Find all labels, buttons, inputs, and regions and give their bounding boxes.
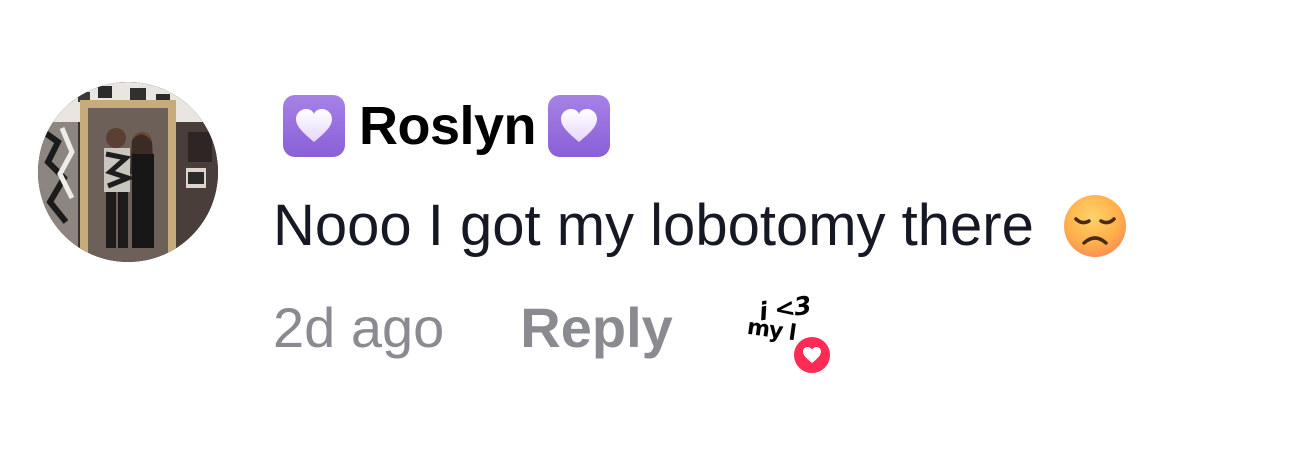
heart-icon bbox=[790, 334, 833, 376]
timestamp: 2d ago bbox=[273, 296, 445, 359]
comment-text-row: Nooo I got my lobotomy there bbox=[273, 190, 1128, 262]
disappointed-face-icon bbox=[1062, 193, 1128, 259]
reply-button[interactable]: Reply bbox=[520, 292, 673, 364]
username-row: Roslyn bbox=[283, 94, 611, 158]
comment-meta-row: 2d ago Reply i <3 my l bbox=[273, 292, 833, 376]
avatar[interactable] bbox=[38, 82, 218, 262]
comment-item: Roslyn Nooo I got my lobotomy there 2d a… bbox=[0, 0, 1289, 463]
purple-heart-icon bbox=[283, 95, 345, 157]
comment-text: Nooo I got my lobotomy there bbox=[273, 193, 1034, 258]
sticker-text-line2: my l bbox=[746, 314, 797, 347]
username[interactable]: Roslyn bbox=[359, 94, 537, 158]
purple-heart-icon bbox=[548, 95, 611, 157]
creator-liked-badge: i <3 my l bbox=[746, 294, 833, 376]
